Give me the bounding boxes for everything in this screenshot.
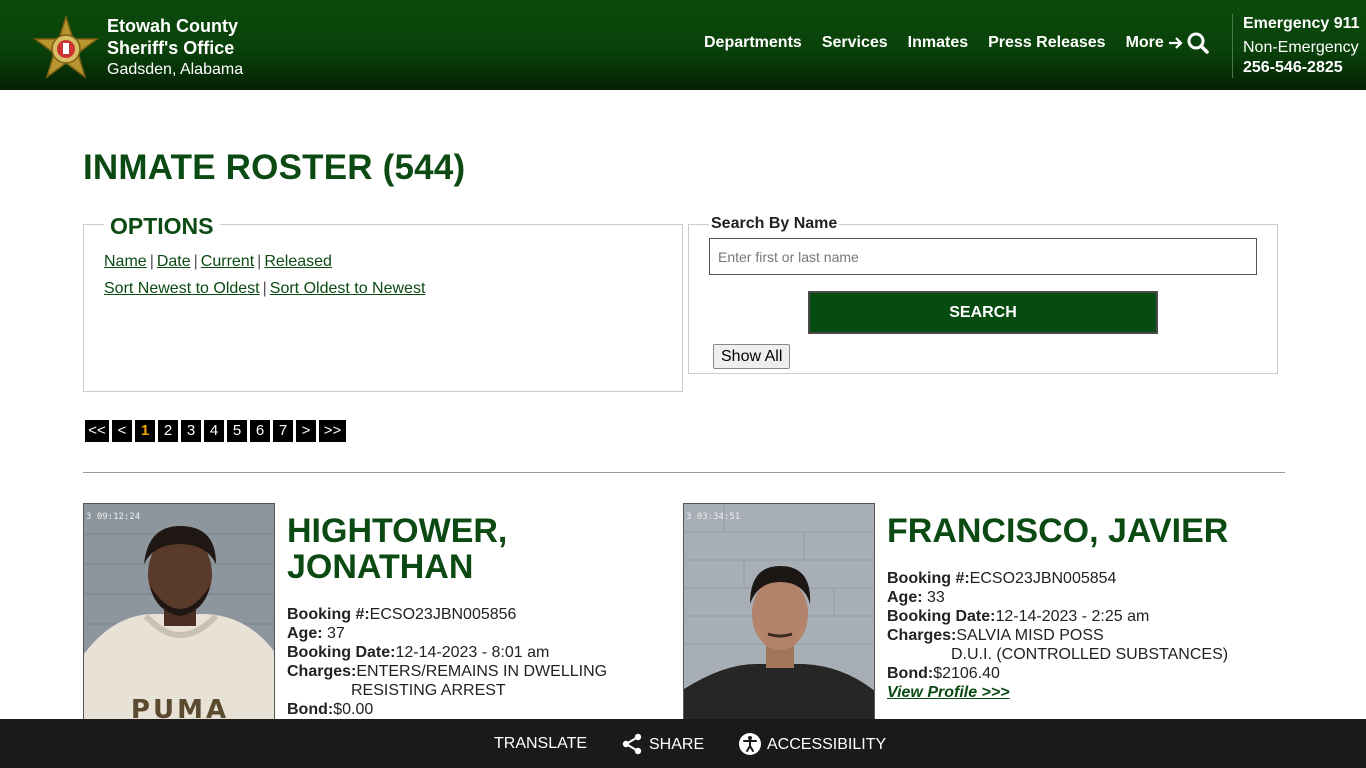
nav-departments[interactable]: Departments <box>704 34 802 52</box>
sort-by-date-link[interactable]: Date <box>157 253 191 270</box>
charges-row: Charges:SALVIA MISD POSS D.U.I. (CONTROLL… <box>887 627 1229 663</box>
bond-row: Bond:$0.00 <box>287 701 374 718</box>
translate-label: TRANSLATE <box>494 735 588 752</box>
charge-item: SALVIA MISD POSS <box>956 627 1104 644</box>
booking-number: ECSO23JBN005856 <box>369 606 517 623</box>
pager-page-2[interactable]: 2 <box>158 420 178 442</box>
mugshot-image <box>684 504 874 722</box>
share-button[interactable]: SHARE <box>620 732 704 756</box>
accessibility-toolbar: TRANSLATE SHARE ACCESSIBILITY <box>0 719 1366 768</box>
pager-first[interactable]: << <box>85 420 109 442</box>
agency-name-line1: Etowah County <box>107 16 238 36</box>
photo-timestamp: 3 09:12:24 <box>86 512 141 522</box>
inmate-details: Booking #:ECSO23JBN005854 Age: 33 Bookin… <box>887 569 1228 702</box>
nav-press-releases[interactable]: Press Releases <box>988 34 1105 52</box>
photo-timestamp: 3 03:34:51 <box>686 512 741 522</box>
bond-value: $0.00 <box>333 701 374 718</box>
sort-order-links: Sort Newest to Oldest | Sort Oldest to New… <box>104 280 426 297</box>
arrow-right-icon <box>1168 37 1183 49</box>
share-icon <box>622 733 642 755</box>
pager-page-6[interactable]: 6 <box>250 420 270 442</box>
pagination: << < 1 2 3 4 5 6 7 > >> <box>85 420 349 442</box>
sheriff-star-badge-icon[interactable] <box>31 15 101 83</box>
inmate-photo[interactable]: 3 03:34:51 <box>683 503 875 723</box>
charges-row: Charges:ENTERS/REMAINS IN DWELLING RESIST… <box>287 663 608 699</box>
sort-oldest-link[interactable]: Sort Oldest to Newest <box>270 280 426 297</box>
inmate-photo[interactable]: PUMA 3 09:12:24 <box>83 503 275 723</box>
age-row: Age: 37 <box>287 625 345 642</box>
charge-item: ENTERS/REMAINS IN DWELLING <box>356 663 608 680</box>
pager-page-4[interactable]: 4 <box>204 420 224 442</box>
inmate-name-line1: HIGHTOWER, <box>287 512 508 550</box>
filter-released-link[interactable]: Released <box>264 253 332 270</box>
accessibility-label: ACCESSIBILITY <box>767 736 887 753</box>
nav-services[interactable]: Services <box>822 34 888 52</box>
charge-item: D.U.I. (CONTROLLED SUBSTANCES) <box>951 646 1229 663</box>
booking-number-row: Booking #:ECSO23JBN005854 <box>887 570 1117 587</box>
bond-value: $2106.40 <box>933 665 1000 682</box>
bond-row: Bond:$2106.40 <box>887 665 1000 682</box>
inmate-name-line1: FRANCISCO, JAVIER <box>887 512 1229 550</box>
booking-date-row: Booking Date:12-14-2023 - 2:25 am <box>887 608 1150 625</box>
pager-page-7[interactable]: 7 <box>273 420 293 442</box>
non-emergency-label: Non-Emergency <box>1243 39 1359 56</box>
pager-page-3[interactable]: 3 <box>181 420 201 442</box>
pager-page-5[interactable]: 5 <box>227 420 247 442</box>
pager-prev[interactable]: < <box>112 420 132 442</box>
sort-field-links: Name | Date | Current | Released <box>104 253 332 270</box>
sort-newest-link[interactable]: Sort Newest to Oldest <box>104 280 260 297</box>
nav-inmates[interactable]: Inmates <box>908 34 968 52</box>
age-value: 37 <box>327 625 345 642</box>
pager-page-1[interactable]: 1 <box>135 420 155 442</box>
inmate-name[interactable]: HIGHTOWER, JONATHAN <box>287 513 507 585</box>
emergency-contacts: Emergency 911 Non-Emergency 256-546-2825 <box>1243 14 1360 78</box>
inmate-name-line2: JONATHAN <box>287 548 474 586</box>
page-title: INMATE ROSTER (544) <box>83 148 466 187</box>
show-all-button[interactable]: Show All <box>713 344 791 369</box>
filter-current-link[interactable]: Current <box>201 253 254 270</box>
nav-more-label: More <box>1125 34 1164 51</box>
inmate-details: Booking #:ECSO23JBN005856 Age: 37 Bookin… <box>287 605 607 719</box>
charge-item: RESISTING ARREST <box>351 682 506 699</box>
booking-date: 12-14-2023 - 8:01 am <box>395 644 550 661</box>
search-input[interactable] <box>709 238 1257 275</box>
accessibility-icon <box>739 733 761 755</box>
pager-next[interactable]: > <box>296 420 316 442</box>
agency-name-line2: Sheriff's Office <box>107 38 235 58</box>
site-header: Etowah County Sheriff's Office Gadsden, … <box>0 0 1366 90</box>
agency-brand[interactable]: Etowah County Sheriff's Office Gadsden, … <box>107 15 243 81</box>
age-value: 33 <box>927 589 945 606</box>
accessibility-button[interactable]: ACCESSIBILITY <box>738 732 886 756</box>
non-emergency-phone[interactable]: 256-546-2825 <box>1243 58 1360 78</box>
inmate-name[interactable]: FRANCISCO, JAVIER <box>887 513 1228 549</box>
agency-location: Gadsden, Alabama <box>107 61 244 78</box>
nav-more[interactable]: More <box>1126 34 1184 52</box>
age-row: Age: 33 <box>887 589 945 606</box>
search-icon[interactable] <box>1186 31 1210 55</box>
translate-button[interactable]: TRANSLATE <box>494 735 587 753</box>
emergency-911-link[interactable]: Emergency 911 <box>1243 14 1360 34</box>
pager-last[interactable]: >> <box>319 420 346 442</box>
search-button[interactable]: SEARCH <box>808 291 1158 334</box>
share-label: SHARE <box>649 736 705 753</box>
booking-number-row: Booking #:ECSO23JBN005856 <box>287 606 517 623</box>
booking-number: ECSO23JBN005854 <box>969 570 1117 587</box>
booking-date: 12-14-2023 - 2:25 am <box>995 608 1150 625</box>
options-legend: OPTIONS <box>104 213 220 240</box>
booking-date-row: Booking Date:12-14-2023 - 8:01 am <box>287 644 550 661</box>
mugshot-image: PUMA <box>84 504 274 722</box>
section-divider <box>83 472 1285 473</box>
options-panel <box>83 224 683 392</box>
search-label: Search By Name <box>709 215 840 233</box>
sort-by-name-link[interactable]: Name <box>104 253 147 270</box>
view-profile-link[interactable]: View Profile >>> <box>887 684 1010 701</box>
main-nav: Departments Services Inmates Press Relea… <box>704 34 1204 52</box>
header-divider <box>1232 14 1233 78</box>
